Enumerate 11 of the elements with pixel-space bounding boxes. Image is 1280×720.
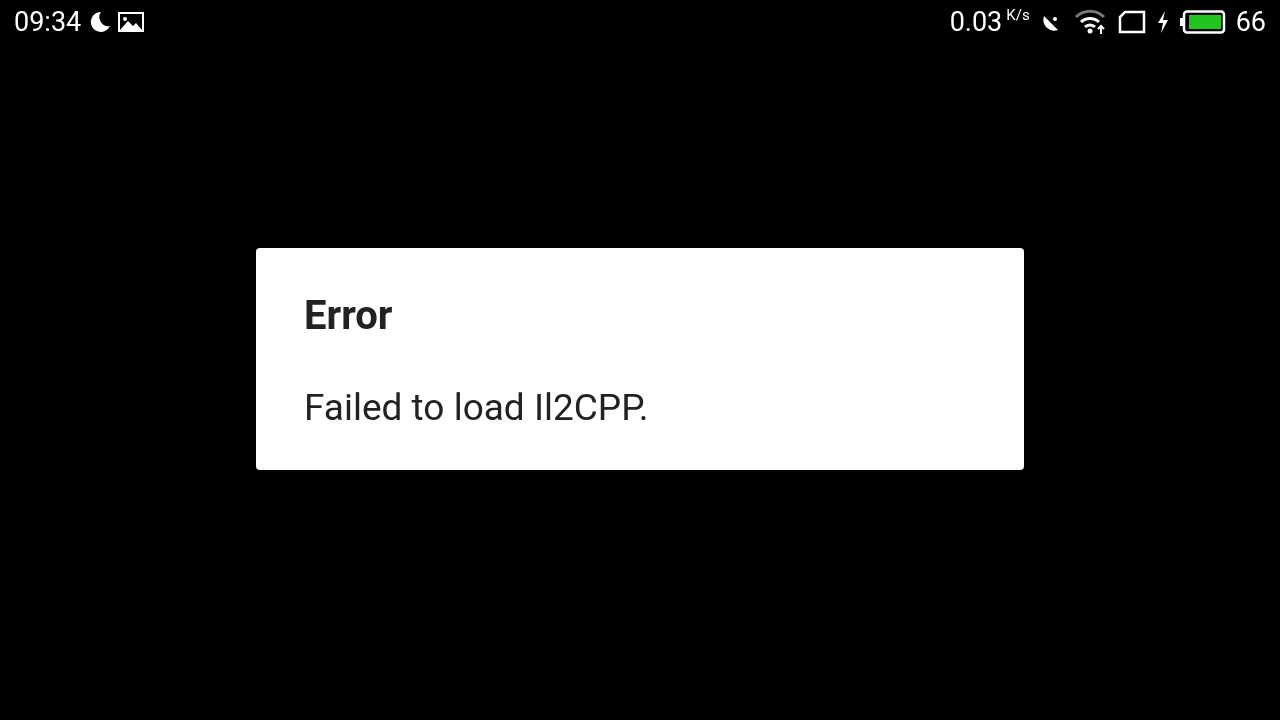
battery-percent: 66 <box>1235 4 1266 40</box>
wifi-icon <box>1073 9 1108 35</box>
lightning-icon <box>1155 10 1170 34</box>
battery-icon <box>1179 10 1226 34</box>
clock-time: 09:34 <box>14 4 82 40</box>
sim-card-icon <box>1117 10 1146 34</box>
network-speed: 0.03 <box>949 4 1003 40</box>
image-icon <box>117 10 146 34</box>
dialog-message: Failed to load Il2CPP. <box>304 386 650 430</box>
speed-unit: K/s <box>1006 4 1030 26</box>
dialog-title: Error <box>304 292 394 340</box>
